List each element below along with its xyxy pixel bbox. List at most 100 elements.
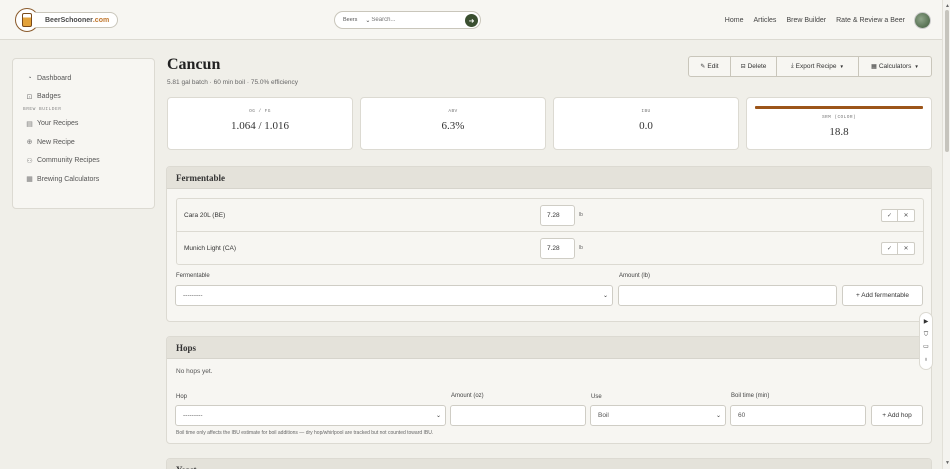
card-heading: Hops [167,337,931,359]
scroll-down-arrow-icon[interactable]: ▼ [945,460,950,466]
recipe-toolbar: ✎ Edit ⊟ Delete ⤓ Export Recipe ▼ ▦ Calculato… [688,56,932,77]
sidebar-item-new-recipe[interactable]: ⊕ New Recipe [13,133,154,151]
sidebar-item-dashboard[interactable]: ◔ Dashboard [13,69,154,87]
dashboard-icon: ◔ [27,74,32,82]
stat-label: OG / FG [249,109,271,114]
export-recipe-dropdown[interactable]: ⤓ Export Recipe ▼ [777,57,859,76]
add-fermentable-button[interactable]: + Add fermentable [842,285,923,306]
brand-name: BeerSchooner [45,16,93,24]
stat-value: 6.3% [441,120,465,132]
brand-tld: .com [92,16,110,24]
bookmark-icon[interactable]: ⛉ [924,332,929,338]
save-row-button[interactable]: ✓ [881,209,898,222]
boil-time-label: Boil time (min) [731,393,770,399]
microphone-icon[interactable]: ♁ [924,357,929,363]
card-heading: Yeast [167,459,931,469]
chevron-down-icon: ⌄ [602,293,608,299]
hop-select[interactable]: --------- ⌄ [175,405,446,426]
sidebar-item-brewing-calculators[interactable]: ▦ Brewing Calculators [13,170,154,188]
stat-value: 0.0 [639,120,653,132]
sidebar-item-label: Your Recipes [37,120,79,128]
scroll-thumb[interactable] [945,10,949,152]
card-heading: Fermentable [167,167,931,189]
stat-label: ABV [448,109,458,114]
sidebar-item-your-recipes[interactable]: ▤ Your Recipes [13,115,154,133]
check-icon: ✓ [886,213,893,219]
sidebar-item-label: Brewing Calculators [37,175,100,183]
search-input[interactable] [371,17,450,23]
boil-time-input[interactable]: 60 [730,405,866,426]
hop-amount-label: Amount (oz) [451,393,484,399]
page-title: Cancun [167,56,221,73]
chat-icon[interactable]: ▭ [923,344,929,350]
sidebar-item-community-recipes[interactable]: ⚇ Community Recipes [13,152,154,170]
play-icon[interactable]: ▶ [924,319,929,325]
stat-card-srm: SRM (COLOR) 18.8 [746,97,932,150]
recipe-icon: ▤ [26,120,33,128]
search-submit-button[interactable]: ➜ [465,14,478,27]
save-row-button[interactable]: ✓ [881,242,898,255]
amount-unit: lb [579,245,583,251]
srm-color-swatch [755,106,923,109]
list-item: Munich Light (CA) 7.28 lb ✓ ✕ [177,232,923,265]
edit-button[interactable]: ✎ Edit [689,57,731,76]
chevron-down-icon: ⌄ [715,413,721,419]
fermentable-amount-input[interactable]: 7.28 [540,205,575,226]
add-hop-button[interactable]: + Add hop [871,405,923,426]
fermentables-list: Cara 20L (BE) 7.28 lb ✓ ✕ Munich Light (… [176,198,924,265]
fermentable-select[interactable]: --------- ⌄ [175,285,613,306]
fermentables-card: Fermentable Cara 20L (BE) 7.28 lb ✓ ✕ Mu… [166,166,932,322]
calculators-dropdown[interactable]: ▦ Calculators ▼ [859,57,931,76]
search-bar: Beers ⌄ ➜ [334,11,481,29]
amount-field-label: Amount (lb) [619,273,651,279]
fermentable-amount-input[interactable]: 7.28 [540,238,575,259]
scroll-up-arrow-icon[interactable]: ▲ [945,3,950,9]
sidebar-item-label: Community Recipes [37,157,100,165]
sidebar-item-label: New Recipe [37,138,75,146]
hop-amount-input[interactable] [450,405,586,426]
download-icon: ⤓ [791,63,794,69]
site-logo[interactable]: BeerSchooner .com [15,8,119,32]
search-category-select[interactable]: Beers [343,17,357,23]
top-navbar: BeerSchooner.com Beers ⌄ ➜ Home Articles… [0,0,942,40]
close-icon: ✕ [903,213,909,219]
badge-icon: ⊡ [26,93,33,101]
sidebar: ◔ Dashboard ⊡ Badges BREW BUILDER ▤ Your… [12,58,155,209]
nav-link-brew-builder[interactable]: Brew Builder [786,17,826,24]
sidebar-item-badges[interactable]: ⊡ Badges [13,87,154,105]
delete-button[interactable]: ⊟ Delete [731,57,777,76]
stat-value: 1.064 / 1.016 [230,120,290,132]
main-nav: Home Articles Brew Builder Rate & Review… [715,0,931,40]
empty-state-text: No hops yet. [176,368,213,375]
pencil-icon: ✎ [700,64,706,70]
list-item: Cara 20L (BE) 7.28 lb ✓ ✕ [177,199,923,232]
user-avatar[interactable] [914,11,931,29]
hop-use-select[interactable]: Boil ⌄ [590,405,726,426]
stat-label: SRM (COLOR) [821,115,857,120]
remove-row-button[interactable]: ✕ [898,209,915,222]
recipe-summary: 5.81 gal batch · 60 min boil · 75.0% eff… [167,79,299,86]
remove-row-button[interactable]: ✕ [898,242,915,255]
calculator-icon: ▦ [26,176,33,184]
sidebar-section-label: BREW BUILDER [23,107,62,113]
sidebar-item-label: Badges [37,93,61,101]
stat-value: 18.8 [829,126,849,138]
hop-use-label: Use [591,394,602,400]
nav-link-rate-review[interactable]: Rate & Review a Beer [836,17,905,24]
arrow-right-icon: ➜ [468,17,475,25]
stat-card-abv: ABV 6.3% [360,97,546,150]
stat-card-ibu: IBU 0.0 [553,97,739,150]
users-icon: ⚇ [26,157,33,165]
nav-link-home[interactable]: Home [725,17,744,24]
fermentable-name: Munich Light (CA) [184,245,237,252]
chevron-down-icon: ⌄ [435,413,441,419]
stat-card-gravity: OG / FG 1.064 / 1.016 [167,97,353,150]
amount-input[interactable] [618,285,837,306]
close-icon: ✕ [903,246,909,252]
check-icon: ✓ [886,246,893,252]
floating-toolbar: ▶ ⛉ ▭ ♁ [919,312,933,370]
yeast-card: Yeast [166,458,932,469]
nav-link-articles[interactable]: Articles [753,17,776,24]
page-scrollbar[interactable]: ▲ ▼ [942,0,950,469]
hops-card: Hops No hops yet. Hop --------- ⌄ Amount… [166,336,932,444]
